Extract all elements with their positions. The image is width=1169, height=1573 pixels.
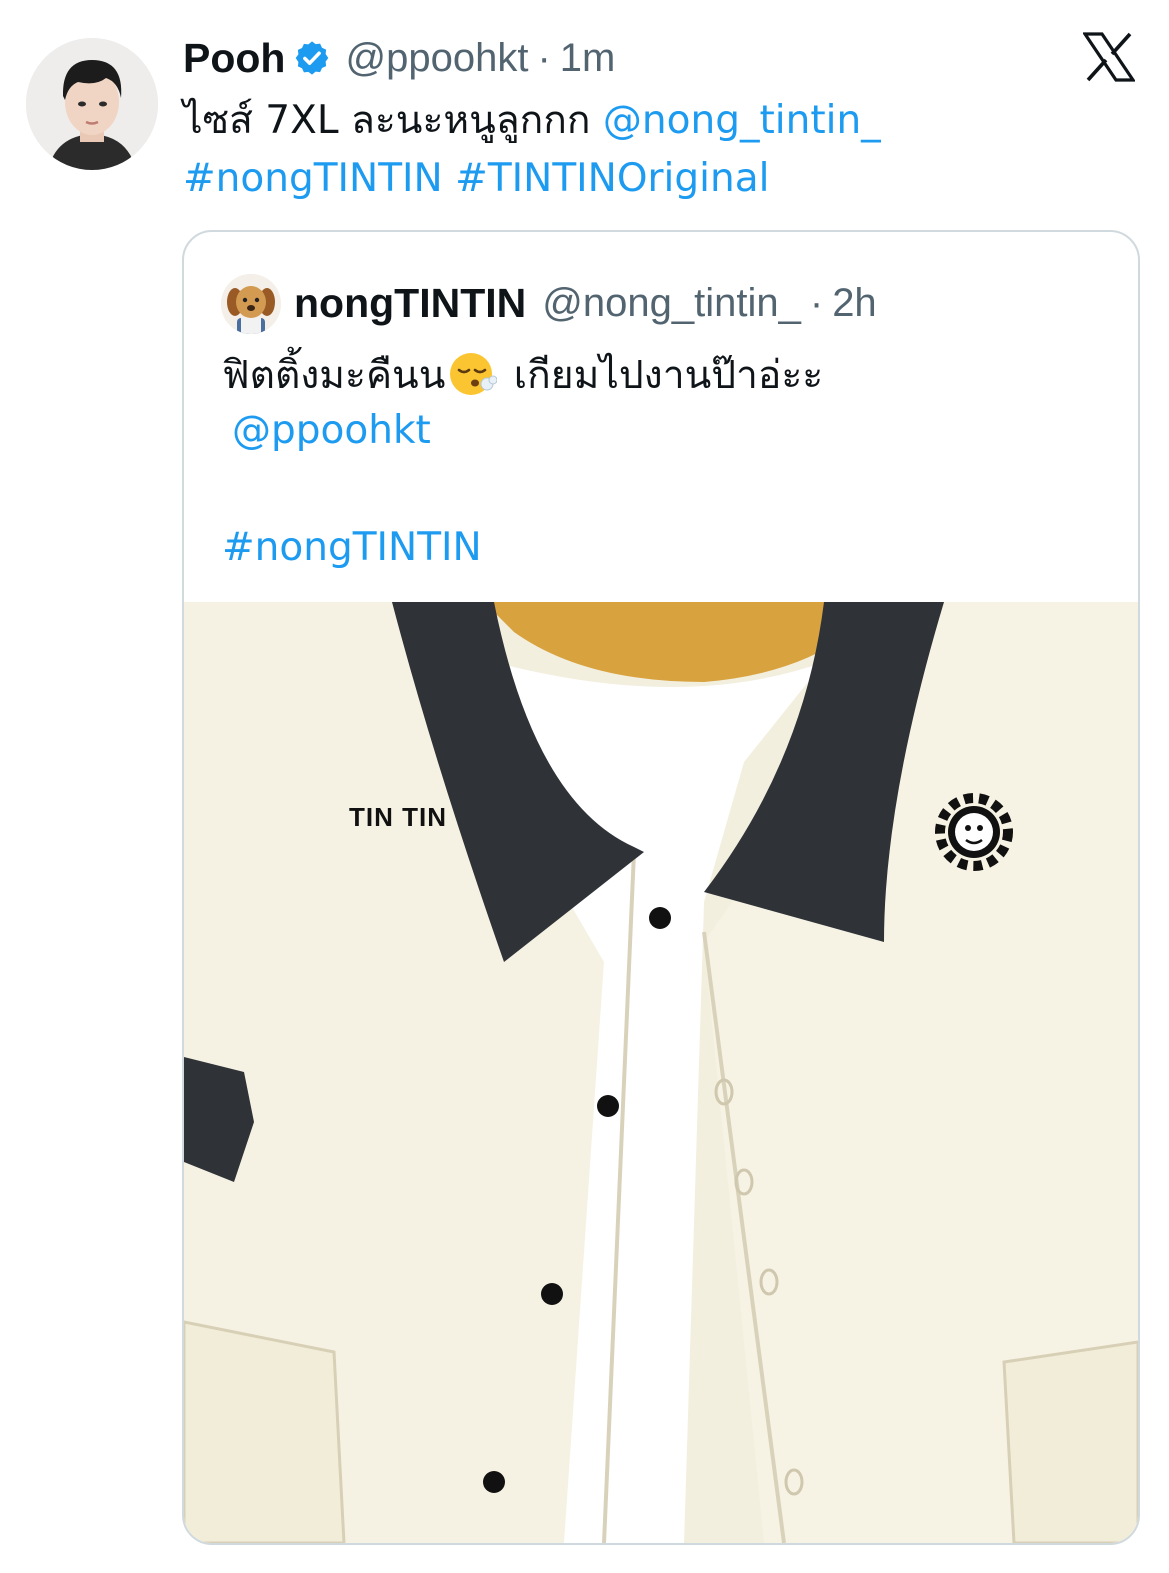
quoted-tweet-card[interactable]: nongTINTIN @nong_tintin_ · 2h ฟิตติ้งมะค…	[182, 230, 1140, 1545]
tweet-body: ไซส์ 7XL ละนะหนูลูกกก	[183, 98, 591, 143]
dot-separator: ·	[537, 35, 551, 80]
verified-badge-icon	[293, 39, 331, 77]
quoted-body-part2: เกียมไปงานป๊าอ่ะะ	[513, 353, 824, 398]
avatar-image	[26, 38, 158, 170]
dot-separator: ·	[809, 280, 824, 325]
quoted-tweet-text: ฟิตติ้งมะคืนน เกียมไปงานป๊าอ่ะะ @ppoohkt…	[222, 347, 1102, 577]
tweet-header: Pooh @ppoohkt · 1m	[183, 28, 615, 88]
attached-photo[interactable]: TIN TIN	[184, 602, 1138, 1543]
shirt-photo-image	[184, 602, 1138, 1543]
timestamp[interactable]: 1m	[560, 36, 616, 81]
author-name[interactable]: Pooh	[183, 35, 285, 82]
author-handle[interactable]: @ppoohkt	[345, 36, 528, 81]
hashtag-link[interactable]: #nongTINTIN	[222, 519, 1102, 577]
quoted-author-handle[interactable]: @nong_tintin_	[542, 281, 801, 326]
hashtag-link[interactable]: #TINTINOriginal	[455, 156, 769, 201]
author-avatar[interactable]	[26, 38, 158, 170]
x-logo-icon[interactable]	[1081, 32, 1137, 82]
quoted-author-name[interactable]: nongTINTIN	[294, 280, 526, 327]
quoted-timestamp[interactable]: 2h	[832, 281, 877, 326]
mention-link[interactable]: @ppoohkt	[222, 402, 1102, 460]
quoted-body-part1: ฟิตติ้งมะคืนน	[222, 353, 446, 398]
hashtag-link[interactable]: #nongTINTIN	[183, 156, 443, 201]
dog-mascot-icon	[221, 274, 281, 334]
face-exhaling-emoji-icon	[449, 350, 498, 398]
mention-link[interactable]: @nong_tintin_	[603, 98, 881, 143]
quoted-author-avatar[interactable]	[221, 274, 281, 334]
quoted-tweet-header: nongTINTIN @nong_tintin_ · 2h	[294, 272, 877, 334]
tweet-text: ไซส์ 7XL ละนะหนูลูกกก @nong_tintin_ #non…	[183, 92, 1113, 208]
shirt-embroidery-text: TIN TIN	[349, 802, 447, 832]
